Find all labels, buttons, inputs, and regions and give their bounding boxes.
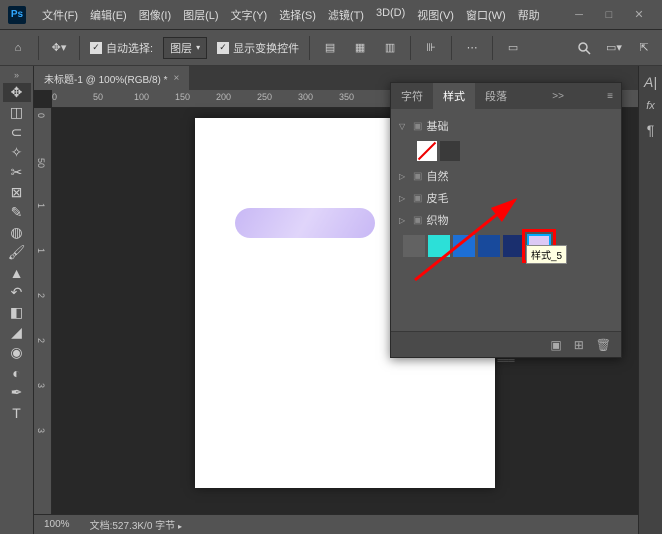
styles-panel: 字符 样式 段落 >> ≡ ▽▣基础 ▷▣自然 ▷▣皮毛 ▷▣织物 ▣ ⊞ 🗑 … <box>390 82 622 358</box>
tab-styles[interactable]: 样式 <box>433 83 475 109</box>
folder-fur[interactable]: ▷▣皮毛 <box>399 187 613 209</box>
eraser-tool[interactable]: ◧ <box>3 303 31 322</box>
tab-close-icon[interactable]: × <box>174 73 180 84</box>
pen-tool[interactable]: ✒ <box>3 383 31 402</box>
folder-new-icon[interactable]: ▣ <box>550 338 561 352</box>
stamp-tool[interactable]: ▲ <box>3 263 31 282</box>
new-style-icon[interactable]: ⊞ <box>574 338 584 352</box>
mode-icon[interactable]: ▭ <box>503 38 523 58</box>
zoom-level[interactable]: 100% <box>44 519 70 530</box>
doc-info[interactable]: 文档:527.3K/0 字节 ▸ <box>90 517 182 532</box>
marquee-tool[interactable]: ◫ <box>3 103 31 122</box>
history-tool[interactable]: ↶ <box>3 283 31 302</box>
align-icon-2[interactable]: ▦ <box>350 38 370 58</box>
style-swatch-3[interactable] <box>478 235 500 257</box>
panel-menu-icon[interactable]: ≡ <box>599 91 621 102</box>
lasso-tool[interactable]: ⊂ <box>3 123 31 142</box>
maximize-button[interactable]: □ <box>594 5 624 25</box>
wand-tool[interactable]: ✧ <box>3 143 31 162</box>
app-logo: Ps <box>8 6 26 24</box>
menu-E[interactable]: 编辑(E) <box>84 7 133 23</box>
menu-[interactable]: 帮助 <box>512 7 546 23</box>
layer-dropdown[interactable]: 图层▾ <box>163 37 207 59</box>
style-none[interactable] <box>417 141 437 161</box>
character-panel-icon[interactable]: A| <box>644 74 657 90</box>
menu-T[interactable]: 滤镜(T) <box>322 7 370 23</box>
workspace-icon[interactable]: ▭▾ <box>604 38 624 58</box>
align-icon-3[interactable]: ▥ <box>380 38 400 58</box>
folder-nature[interactable]: ▷▣自然 <box>399 165 613 187</box>
close-button[interactable]: ✕ <box>624 5 654 25</box>
minimize-button[interactable]: ─ <box>564 5 594 25</box>
gradient-tool[interactable]: ◢ <box>3 323 31 342</box>
panel-more[interactable]: >> <box>544 91 572 102</box>
rounded-rect-shape[interactable] <box>235 208 375 238</box>
crop-tool[interactable]: ✂ <box>3 163 31 182</box>
auto-select-checkbox[interactable]: ✓自动选择: <box>90 40 153 56</box>
home-icon[interactable]: ⌂ <box>8 38 28 58</box>
tab-title: 未标题-1 @ 100%(RGB/8) * <box>44 71 168 86</box>
move-tool-icon[interactable]: ✥▾ <box>49 38 69 58</box>
menu-S[interactable]: 选择(S) <box>273 7 322 23</box>
style-swatch-0[interactable] <box>403 235 425 257</box>
tab-paragraph[interactable]: 段落 <box>475 83 517 109</box>
menu-DD[interactable]: 3D(D) <box>370 7 411 23</box>
eyedropper-tool[interactable]: ✎ <box>3 203 31 222</box>
menu-I[interactable]: 图像(I) <box>133 7 177 23</box>
show-transform-label: 显示变换控件 <box>233 40 299 56</box>
toolbox-collapse[interactable]: » <box>14 70 19 80</box>
trash-icon[interactable]: 🗑 <box>596 338 611 352</box>
share-icon[interactable]: ⇱ <box>634 38 654 58</box>
folder-fabric[interactable]: ▷▣织物 <box>399 209 613 231</box>
style-default[interactable] <box>440 141 460 161</box>
menu-V[interactable]: 视图(V) <box>411 7 460 23</box>
style-swatch-2[interactable] <box>453 235 475 257</box>
distribute-icon[interactable]: ⊪ <box>421 38 441 58</box>
more-icon[interactable]: ⋯ <box>462 38 482 58</box>
style-swatch-1[interactable] <box>428 235 450 257</box>
search-icon[interactable] <box>574 38 594 58</box>
style-swatch-4[interactable] <box>503 235 525 257</box>
folder-basic[interactable]: ▽▣基础 <box>399 115 613 137</box>
auto-select-label: 自动选择: <box>106 40 153 56</box>
fx-panel-icon[interactable]: fx <box>646 100 655 112</box>
align-icon-1[interactable]: ▤ <box>320 38 340 58</box>
blur-tool[interactable]: ◉ <box>3 343 31 362</box>
paragraph-panel-icon[interactable]: ¶ <box>647 122 655 138</box>
document-tab[interactable]: 未标题-1 @ 100%(RGB/8) * × <box>34 66 189 90</box>
menu-W[interactable]: 窗口(W) <box>460 7 512 23</box>
dodge-tool[interactable]: ◐ <box>3 363 31 382</box>
ruler-vertical: 050112233 <box>34 108 52 514</box>
menu-Y[interactable]: 文字(Y) <box>225 7 274 23</box>
type-tool[interactable]: T <box>3 403 31 422</box>
move-tool[interactable]: ✥ <box>3 83 31 102</box>
frame-tool[interactable]: ⊠ <box>3 183 31 202</box>
show-transform-checkbox[interactable]: ✓显示变换控件 <box>217 40 299 56</box>
panel-resize-grip[interactable]: ═══ <box>497 356 514 365</box>
menu-L[interactable]: 图层(L) <box>177 7 224 23</box>
heal-tool[interactable]: ◍ <box>3 223 31 242</box>
brush-tool[interactable]: 🖌 <box>3 243 31 262</box>
right-dock: A| fx ¶ <box>638 66 662 534</box>
style-tooltip: 样式_5 <box>526 245 567 264</box>
toolbox: » ✥ ◫ ⊂ ✧ ✂ ⊠ ✎ ◍ 🖌 ▲ ↶ ◧ ◢ ◉ ◐ ✒ T <box>0 66 34 534</box>
menu-F[interactable]: 文件(F) <box>36 7 84 23</box>
tab-character[interactable]: 字符 <box>391 83 433 109</box>
